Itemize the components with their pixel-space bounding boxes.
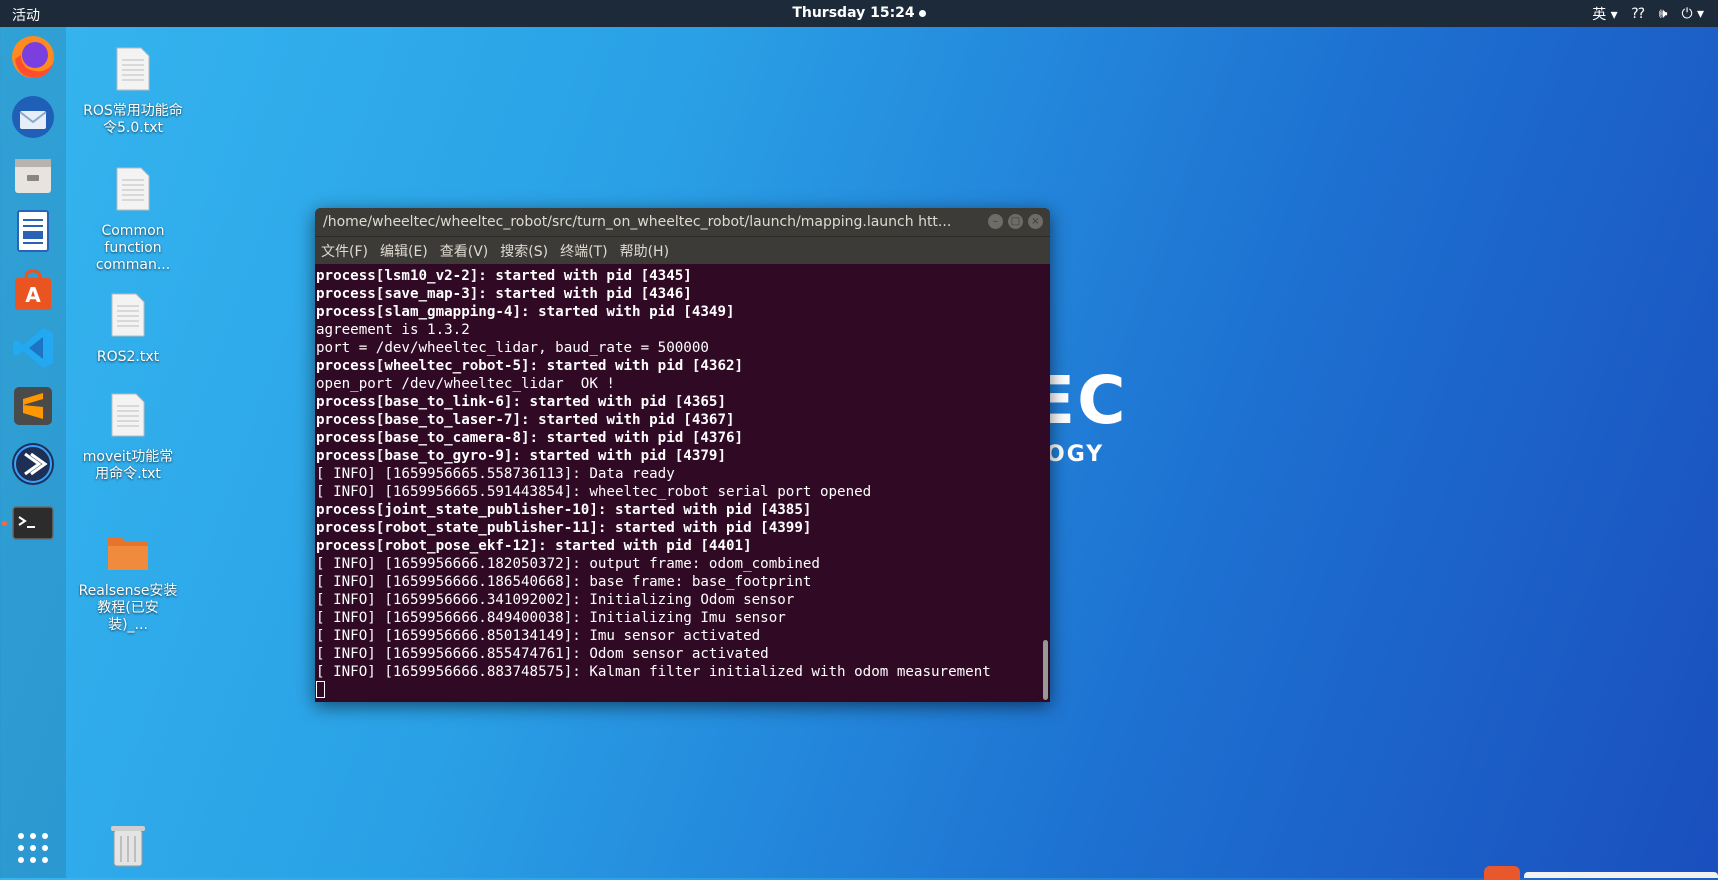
terminal-line: [ INFO] [1659956665.558736113]: Data rea… [316, 466, 675, 482]
terminal-line: process[save_map-3]: started with pid [4… [316, 286, 692, 302]
top-bar: 活动 Thursday 15:24 英 ▾ ⁇ 🕪 ⏻ ▾ [0, 0, 1718, 27]
software-center-icon[interactable]: A [9, 266, 57, 314]
wallpaper-logo-subtext: OGY [1046, 442, 1105, 467]
power-icon[interactable]: ⏻ ▾ [1681, 6, 1704, 22]
terminal-prompt-line[interactable] [316, 681, 1050, 699]
terminal-line: process[base_to_laser-7]: started with p… [316, 412, 735, 428]
terminal-line: process[base_to_camera-8]: started with … [316, 430, 744, 446]
terminal-line: [ INFO] [1659956666.855474761]: Odom sen… [316, 646, 769, 662]
desktop-file-ros2[interactable]: ROS2.txt [78, 292, 178, 366]
input-method-label: 英 [1592, 7, 1607, 23]
terminal-window[interactable]: /home/wheeltec/wheeltec_robot/src/turn_o… [315, 208, 1050, 702]
close-icon[interactable]: × [1028, 214, 1043, 229]
volume-icon[interactable]: 🕪 [1659, 6, 1668, 22]
text-file-icon [111, 393, 145, 437]
terminal-line: [ INFO] [1659956666.182050372]: output f… [316, 556, 820, 572]
menu-edit[interactable]: 编辑(E) [380, 241, 428, 261]
terminal-line: process[robot_pose_ekf-12]: started with… [316, 538, 752, 554]
sublime-text-icon[interactable] [9, 382, 57, 430]
desktop-icon-label: ROS2.txt [96, 349, 160, 365]
terminal-line: [ INFO] [1659956666.186540668]: base fra… [316, 574, 812, 590]
terminal-menubar: 文件(F) 编辑(E) 查看(V) 搜索(S) 终端(T) 帮助(H) [315, 237, 1050, 264]
notification-dot-icon [918, 9, 926, 17]
terminal-line: process[wheeltec_robot-5]: started with … [316, 358, 744, 374]
desktop-trash[interactable] [78, 822, 178, 879]
desktop-file-ros-commands[interactable]: ROS常用功能命令5.0.txt [83, 46, 183, 137]
corner-window-fragment [1524, 872, 1718, 878]
terminal-output[interactable]: process[lsm10_v2-2]: started with pid [4… [315, 264, 1050, 699]
text-file-icon [116, 167, 150, 211]
terminal-cursor [316, 681, 325, 698]
terminal-title: /home/wheeltec/wheeltec_robot/src/turn_o… [323, 214, 952, 230]
trash-icon [111, 826, 145, 867]
dock: A [0, 27, 66, 878]
menu-help[interactable]: 帮助(H) [620, 241, 669, 261]
thunderbird-icon[interactable] [9, 93, 57, 141]
desktop-icon-label: Common function comman... [95, 223, 171, 273]
terminal-line: agreement is 1.3.2 [316, 322, 470, 338]
menu-view[interactable]: 查看(V) [440, 241, 489, 261]
libreoffice-writer-icon[interactable] [9, 207, 57, 255]
maximize-icon[interactable]: □ [1008, 214, 1023, 229]
text-file-icon [116, 47, 150, 91]
input-method-indicator[interactable]: 英 ▾ [1592, 4, 1617, 24]
text-file-icon [111, 293, 145, 337]
desktop-folder-realsense[interactable]: Realsense安装教程(已安装)_... [78, 532, 178, 634]
menu-file[interactable]: 文件(F) [321, 241, 368, 261]
desktop-icon-label: ROS常用功能命令5.0.txt [83, 103, 183, 136]
terminal-line: process[joint_state_publisher-10]: start… [316, 502, 812, 518]
terminal-line: [ INFO] [1659956665.591443854]: wheeltec… [316, 484, 872, 500]
terminal-line: [ INFO] [1659956666.341092002]: Initiali… [316, 592, 795, 608]
terminal-line: [ INFO] [1659956666.883748575]: Kalman f… [316, 664, 991, 680]
clock-text: Thursday 15:24 [792, 5, 915, 21]
terminal-line: process[base_to_gyro-9]: started with pi… [316, 448, 726, 464]
files-icon[interactable] [9, 151, 57, 199]
terminal-line: process[lsm10_v2-2]: started with pid [4… [316, 268, 692, 284]
terminal-line: port = /dev/wheeltec_lidar, baud_rate = … [316, 340, 709, 356]
terminal-line: process[slam_gmapping-4]: started with p… [316, 304, 735, 320]
app-blue-circle-icon[interactable] [9, 440, 57, 488]
clock[interactable]: Thursday 15:24 [0, 5, 1718, 21]
desktop-file-common-function[interactable]: Common function comman... [83, 166, 183, 274]
menu-terminal[interactable]: 终端(T) [560, 241, 607, 261]
minimize-icon[interactable]: – [988, 214, 1003, 229]
show-applications-icon[interactable] [9, 824, 57, 872]
terminal-line: open_port /dev/wheeltec_lidar OK ! [316, 376, 615, 392]
network-question-icon[interactable]: ⁇ [1632, 6, 1645, 22]
folder-icon [108, 538, 148, 570]
running-indicator [2, 521, 7, 526]
menu-search[interactable]: 搜索(S) [500, 241, 548, 261]
desktop-file-moveit[interactable]: moveit功能常用命令.txt [78, 392, 178, 483]
terminal-line: [ INFO] [1659956666.850134149]: Imu sens… [316, 628, 761, 644]
terminal-line: process[base_to_link-6]: started with pi… [316, 394, 726, 410]
firefox-icon[interactable] [9, 33, 57, 81]
desktop-icon-label: Realsense安装教程(已安装)_... [78, 583, 178, 633]
terminal-line: process[robot_state_publisher-11]: start… [316, 520, 812, 536]
terminal-scrollbar[interactable] [1043, 640, 1048, 700]
vscode-icon[interactable] [9, 324, 57, 372]
terminal-icon[interactable] [9, 499, 57, 547]
system-tray: 英 ▾ ⁇ 🕪 ⏻ ▾ [1592, 4, 1704, 24]
terminal-titlebar[interactable]: /home/wheeltec/wheeltec_robot/src/turn_o… [315, 208, 1050, 237]
desktop-icon-label: moveit功能常用命令.txt [82, 449, 174, 482]
svg-text:A: A [25, 283, 41, 307]
terminal-line: [ INFO] [1659956666.849400038]: Initiali… [316, 610, 786, 626]
